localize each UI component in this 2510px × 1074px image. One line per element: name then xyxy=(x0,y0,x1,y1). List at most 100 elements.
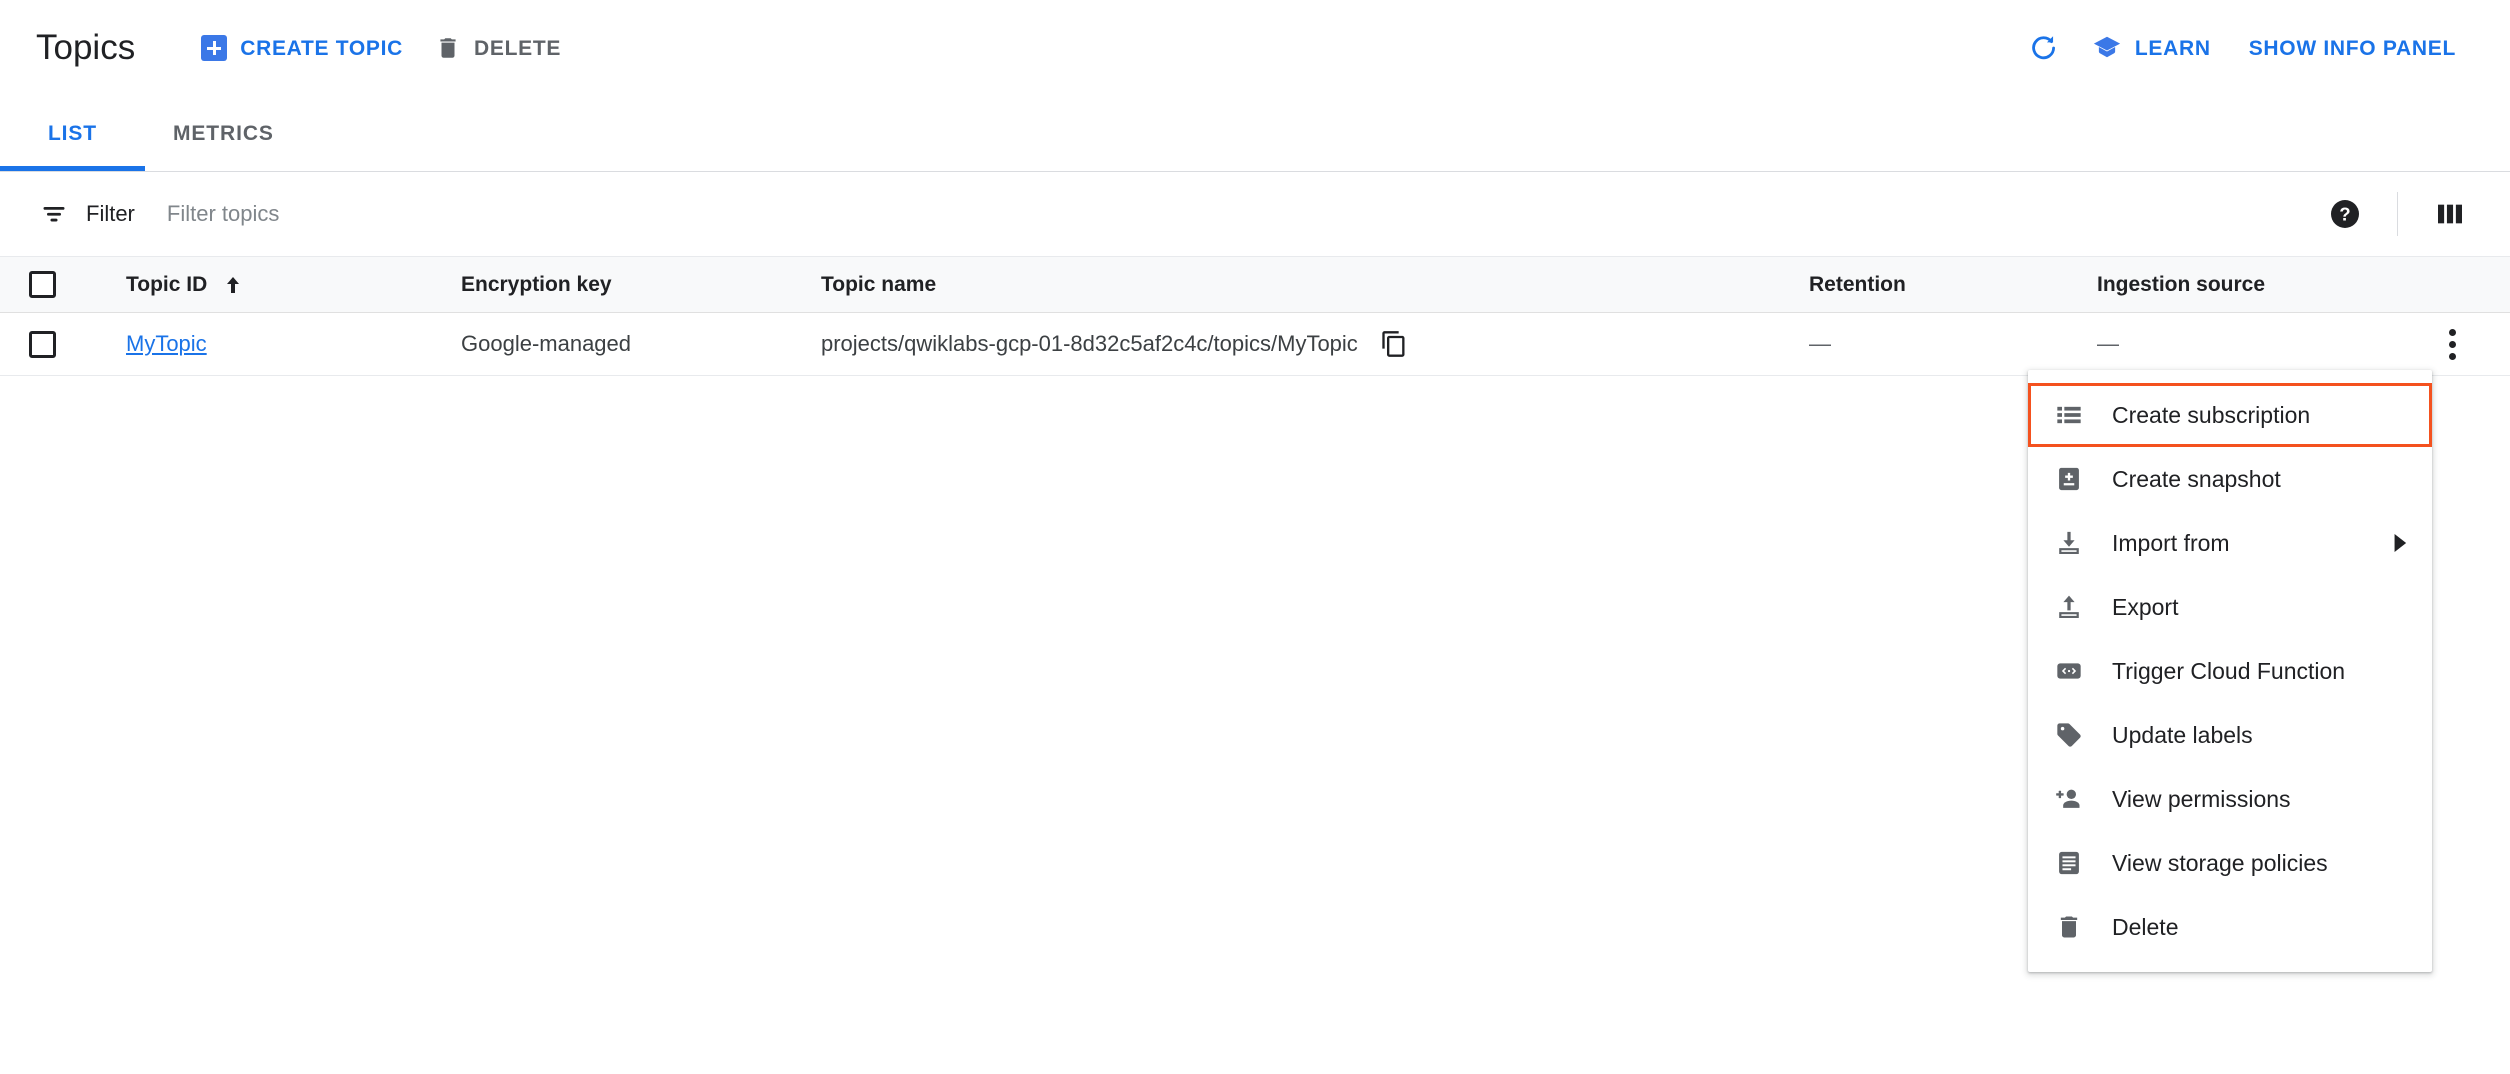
refresh-icon xyxy=(2028,32,2060,64)
help-button[interactable]: ? xyxy=(2317,186,2373,242)
menu-item-delete[interactable]: Delete xyxy=(2028,895,2432,959)
copy-icon xyxy=(1380,330,1408,358)
column-header-actions xyxy=(2399,257,2510,312)
document-lines-icon xyxy=(2054,849,2084,877)
header-action-group: CREATE TOPIC DELETE xyxy=(185,20,577,76)
column-header-retention-label: Retention xyxy=(1809,272,1906,296)
menu-item-create-subscription[interactable]: Create subscription xyxy=(2028,383,2432,447)
menu-item-view-storage-policies[interactable]: View storage policies xyxy=(2028,831,2432,895)
column-header-ingestion-source[interactable]: Ingestion source xyxy=(2069,257,2399,312)
menu-item-export[interactable]: Export xyxy=(2028,575,2432,639)
show-info-panel-label: SHOW INFO PANEL xyxy=(2248,36,2456,60)
learn-button[interactable]: LEARN xyxy=(2076,20,2227,76)
topic-name-value: projects/qwiklabs-gcp-01-8d32c5af2c4c/to… xyxy=(821,331,1358,356)
column-header-encryption-key[interactable]: Encryption key xyxy=(433,257,793,312)
menu-item-label: Trigger Cloud Function xyxy=(2112,657,2346,684)
tab-metrics[interactable]: METRICS xyxy=(145,97,302,171)
header-right-group: LEARN SHOW INFO PANEL xyxy=(2016,20,2474,76)
person-add-icon xyxy=(2054,785,2084,813)
column-header-topic-id[interactable]: Topic ID xyxy=(78,257,433,312)
help-icon: ? xyxy=(2329,198,2361,230)
menu-item-label: Delete xyxy=(2112,913,2179,940)
menu-item-import-from[interactable]: Import from xyxy=(2028,511,2432,575)
code-brackets-icon xyxy=(2054,657,2084,685)
page-title: Topics xyxy=(36,28,136,67)
delete-label: DELETE xyxy=(474,36,562,60)
topic-id-link[interactable]: MyTopic xyxy=(126,331,207,357)
column-header-retention[interactable]: Retention xyxy=(1781,257,2069,312)
cell-retention: — xyxy=(1781,313,2069,375)
cell-topic-id: MyTopic xyxy=(78,313,433,375)
menu-item-label: Create snapshot xyxy=(2112,465,2281,492)
tab-metrics-label: METRICS xyxy=(173,122,274,145)
tab-bar: LIST METRICS xyxy=(0,96,2510,172)
menu-item-label: View permissions xyxy=(2112,785,2291,812)
filter-label: Filter xyxy=(86,201,135,226)
learn-label: LEARN xyxy=(2134,36,2211,60)
toolbar-divider xyxy=(2397,192,2398,236)
filter-bar: Filter ? xyxy=(0,172,2510,256)
tag-icon xyxy=(2054,721,2084,749)
create-topic-button[interactable]: CREATE TOPIC xyxy=(185,20,419,76)
snapshot-icon xyxy=(2054,465,2084,493)
kebab-dot xyxy=(2448,352,2456,360)
sort-ascending-icon xyxy=(221,273,245,297)
cell-encryption-key: Google-managed xyxy=(433,313,793,375)
plus-square-icon xyxy=(201,35,228,61)
column-display-options-icon xyxy=(2434,198,2466,230)
import-download-icon xyxy=(2054,529,2084,557)
tab-list-label: LIST xyxy=(47,122,98,145)
menu-item-label: View storage policies xyxy=(2112,849,2328,876)
column-header-encryption-key-label: Encryption key xyxy=(461,272,612,296)
export-upload-icon xyxy=(2054,593,2084,621)
menu-item-label: Create subscription xyxy=(2112,401,2311,428)
column-display-options-button[interactable] xyxy=(2422,186,2478,242)
copy-topic-name-button[interactable] xyxy=(1378,328,1410,360)
page-header: Topics CREATE TOPIC DELETE LEARN SHOW IN… xyxy=(0,0,2510,96)
refresh-button[interactable] xyxy=(2016,20,2072,76)
column-header-topic-id-label: Topic ID xyxy=(126,272,208,296)
cell-row-actions xyxy=(2399,313,2510,375)
column-header-topic-name[interactable]: Topic name xyxy=(793,257,1781,312)
ingestion-source-value: — xyxy=(2097,331,2119,356)
table-row: MyTopic Google-managed projects/qwiklabs… xyxy=(0,313,2510,376)
menu-item-label: Export xyxy=(2112,593,2179,620)
select-all-checkbox[interactable] xyxy=(29,271,56,298)
topics-page: Topics CREATE TOPIC DELETE LEARN SHOW IN… xyxy=(0,0,2510,1074)
filter-right-group: ? xyxy=(2317,186,2478,242)
graduation-cap-icon xyxy=(2092,33,2122,63)
trash-icon xyxy=(2054,913,2084,941)
topics-table: Topic ID Encryption key Topic name Reten… xyxy=(0,256,2510,376)
select-all-cell xyxy=(0,257,78,312)
menu-item-create-snapshot[interactable]: Create snapshot xyxy=(2028,447,2432,511)
row-select-cell xyxy=(0,313,78,375)
menu-item-view-permissions[interactable]: View permissions xyxy=(2028,767,2432,831)
tab-list[interactable]: LIST xyxy=(0,97,145,171)
menu-item-label: Import from xyxy=(2112,529,2230,556)
encryption-key-value: Google-managed xyxy=(461,331,632,356)
filter-left-group: Filter xyxy=(40,200,787,228)
submenu-arrow-icon xyxy=(2392,534,2410,552)
list-icon xyxy=(2054,401,2084,429)
kebab-dot xyxy=(2448,328,2456,336)
row-actions-menu: Create subscription Create snapshot Impo… xyxy=(2028,370,2432,972)
column-header-ingestion-source-label: Ingestion source xyxy=(2097,272,2266,296)
show-info-panel-button[interactable]: SHOW INFO PANEL xyxy=(2231,20,2474,76)
create-topic-label: CREATE TOPIC xyxy=(240,36,404,60)
row-checkbox[interactable] xyxy=(29,330,56,358)
filter-icon[interactable] xyxy=(40,200,68,228)
menu-item-trigger-cloud-function[interactable]: Trigger Cloud Function xyxy=(2028,639,2432,703)
row-more-actions-button[interactable] xyxy=(2426,318,2478,370)
menu-item-update-labels[interactable]: Update labels xyxy=(2028,703,2432,767)
delete-button[interactable]: DELETE xyxy=(419,20,577,76)
filter-input[interactable] xyxy=(166,201,787,227)
column-header-topic-name-label: Topic name xyxy=(821,272,937,296)
cell-topic-name: projects/qwiklabs-gcp-01-8d32c5af2c4c/to… xyxy=(793,313,1781,375)
trash-icon xyxy=(435,35,461,61)
cell-ingestion-source: — xyxy=(2069,313,2399,375)
menu-item-label: Update labels xyxy=(2112,721,2253,748)
retention-value: — xyxy=(1809,331,1831,356)
kebab-dot xyxy=(2448,340,2456,348)
table-header-row: Topic ID Encryption key Topic name Reten… xyxy=(0,256,2510,313)
svg-text:?: ? xyxy=(2339,204,2350,225)
